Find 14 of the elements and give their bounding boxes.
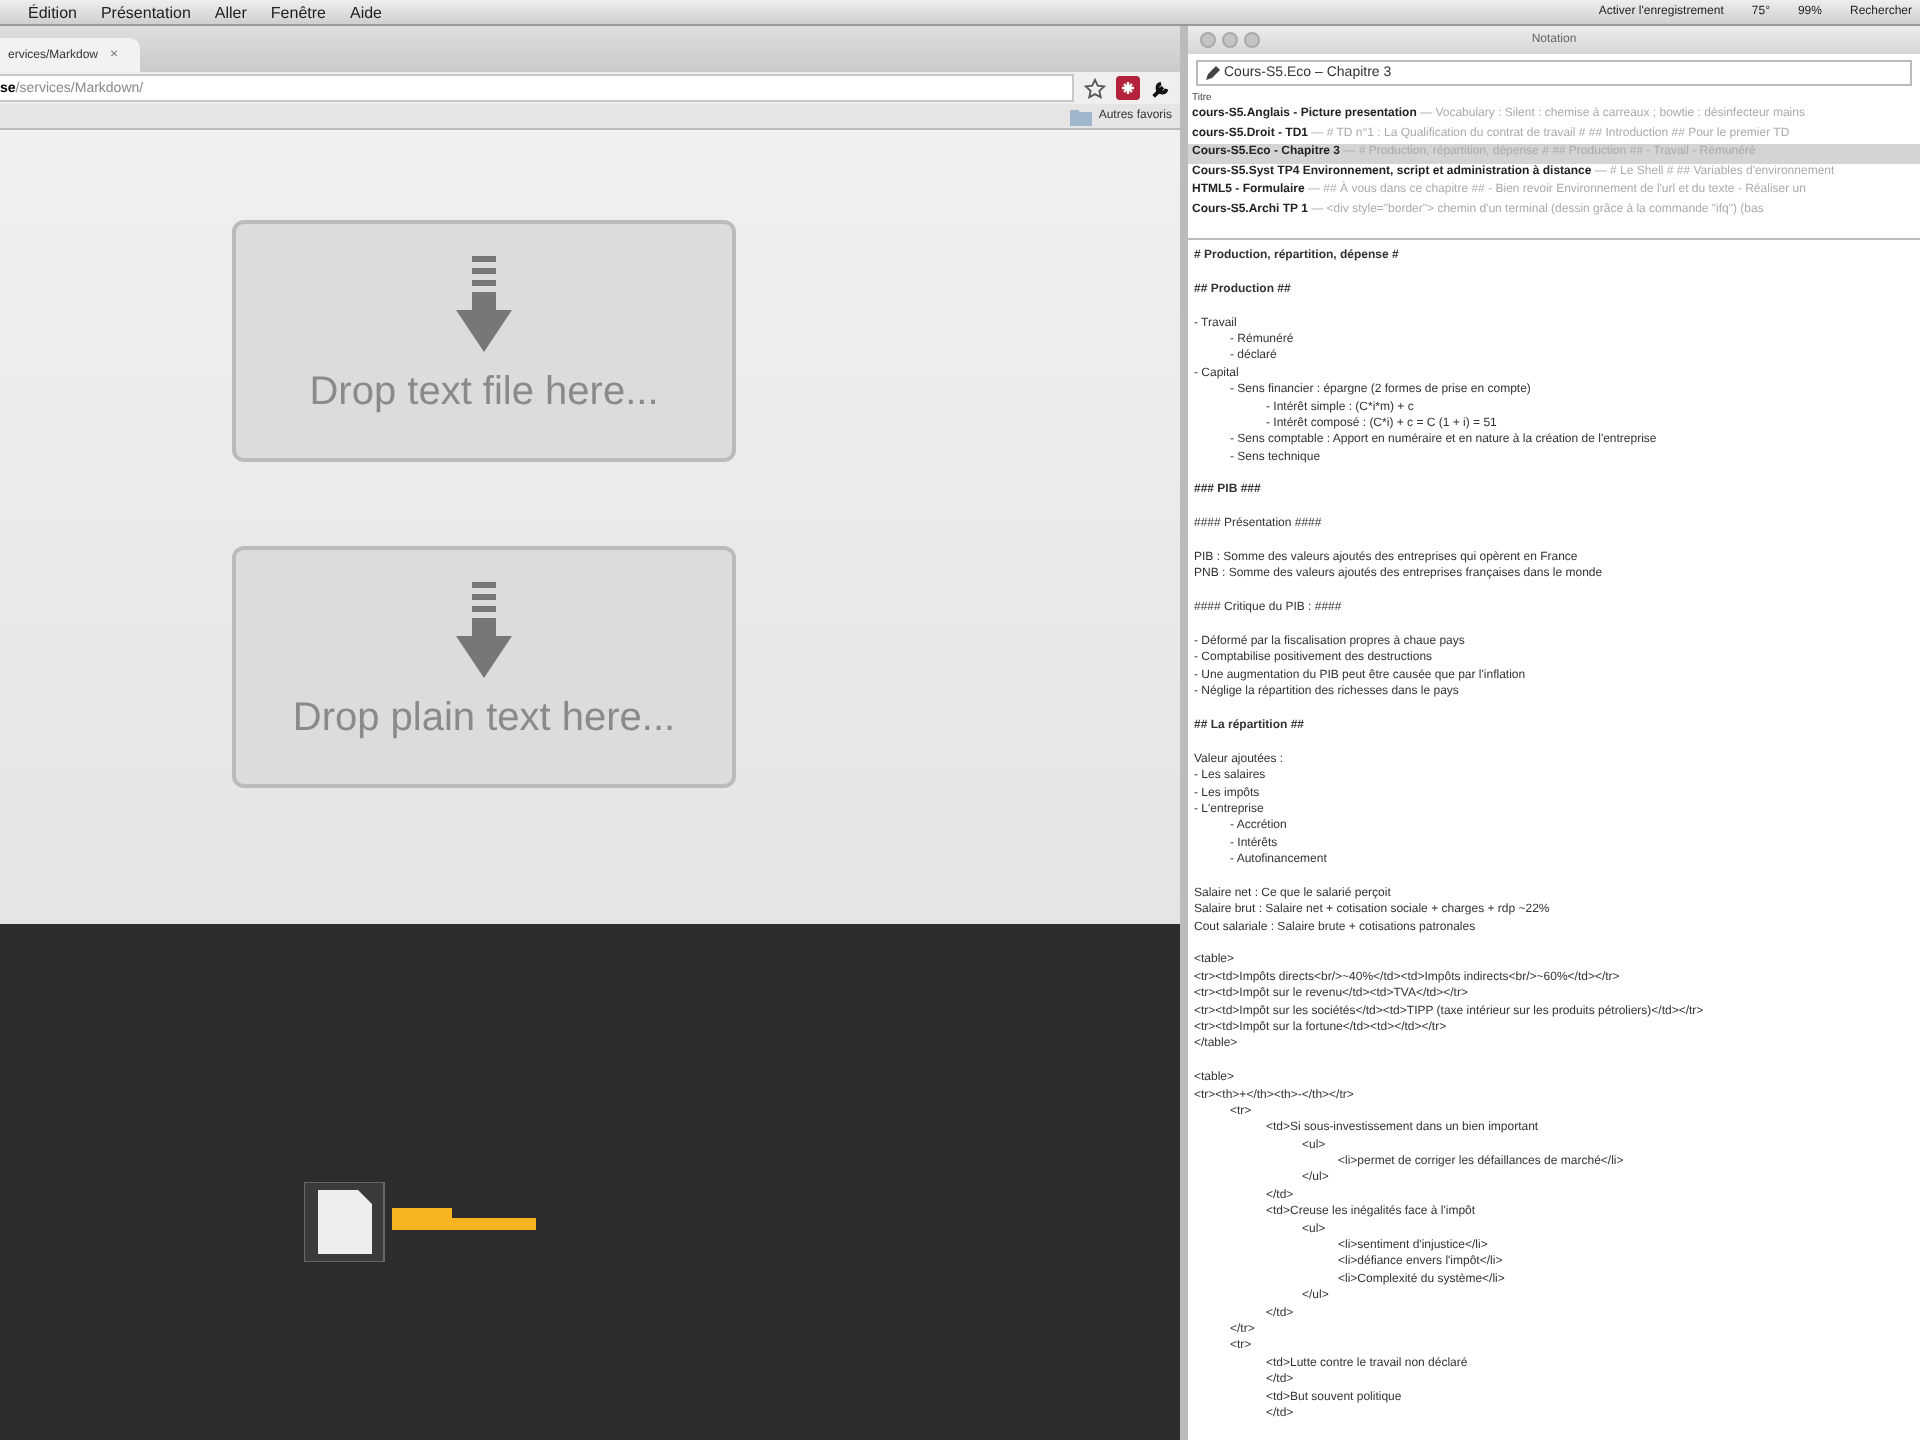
download-arrow-icon <box>456 256 512 352</box>
extension-icon[interactable] <box>1116 76 1140 100</box>
star-icon[interactable] <box>1084 77 1106 99</box>
menu-item[interactable]: Aide <box>349 3 382 21</box>
pencil-icon <box>1204 65 1220 81</box>
menu-item[interactable]: Présentation <box>100 3 191 21</box>
menu-item[interactable]: Aller <box>214 3 247 21</box>
minimize-window-button[interactable] <box>1222 32 1238 48</box>
download-arrow-icon <box>456 582 512 678</box>
close-window-button[interactable] <box>1200 32 1216 48</box>
menu-item[interactable]: Édition <box>28 3 77 21</box>
wrench-icon[interactable] <box>1150 77 1172 99</box>
menu-item[interactable]: Fenêtre <box>270 3 326 21</box>
zoom-window-button[interactable] <box>1244 32 1260 48</box>
